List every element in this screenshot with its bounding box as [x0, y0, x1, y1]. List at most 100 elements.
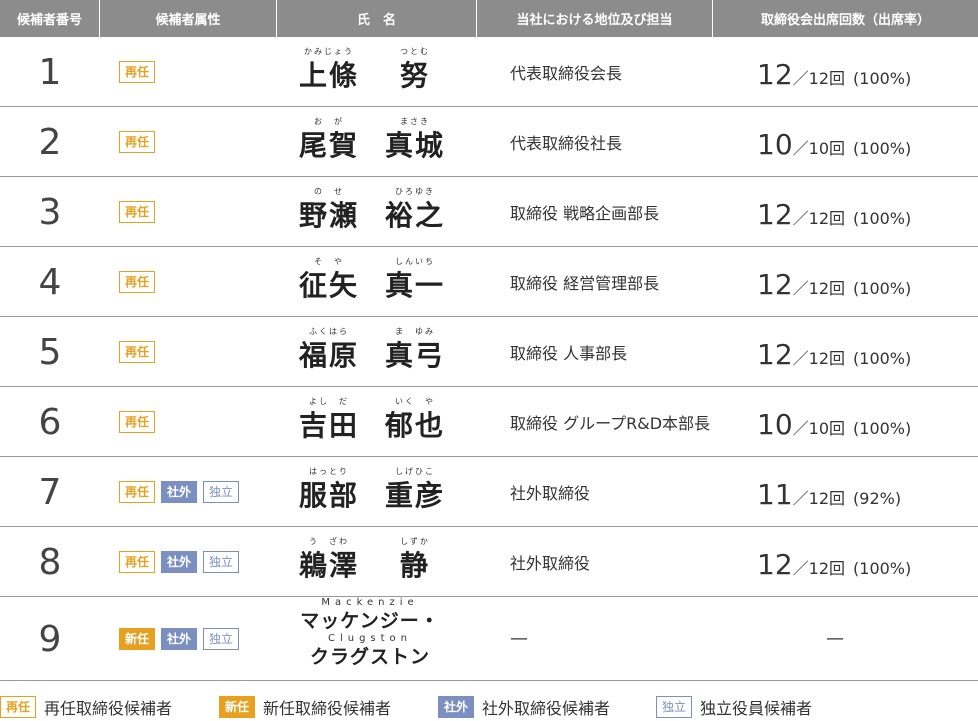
attendance: 12 ／12回 (100%) [757, 177, 911, 247]
attendance-rate: (100%) [853, 139, 912, 158]
given-ruby: しずか [400, 537, 430, 546]
given-name: しげひこ 重彦 [384, 465, 446, 513]
position: 代表取締役社長 [510, 134, 623, 153]
table-header: 候補者番号 候補者属性 氏 名 当社における地位及び担当 取締役会出席回数（出席… [0, 0, 978, 37]
candidate-number: 7 [38, 471, 62, 513]
outside-badge: 社外 [161, 628, 198, 650]
attendance: 12 ／12回 (100%) [757, 527, 911, 597]
position: 取締役 人事部長 [510, 344, 628, 363]
given-text: 真一 [384, 269, 445, 302]
attended-count: 12 [757, 548, 793, 581]
reappoint-badge: 再任 [119, 131, 156, 153]
reappoint-badge: 再任 [119, 551, 156, 573]
attendance-rate: (92%) [853, 489, 902, 508]
surname: の せ 野瀬 [298, 185, 360, 233]
position: 社外取締役 [510, 484, 591, 503]
total-meetings: ／12回 [792, 209, 846, 228]
total-meetings: ／12回 [792, 279, 846, 298]
surname-text: 野瀬 [298, 199, 359, 232]
name-ruby-last: Clugston [327, 633, 413, 644]
header-attributes: 候補者属性 [100, 0, 277, 37]
given-name: しずか 静 [384, 535, 446, 583]
surname-ruby: そ や [314, 257, 344, 266]
table-row: 1 再任 かみじょう 上條 つとむ 努 代表取締役会長 12 ／12回 (100… [0, 37, 978, 107]
table-row: 9 新任 社外 独立 Mackenzie マッケンジー・ Clugston クラ… [0, 597, 978, 681]
surname-text: 福原 [298, 339, 359, 372]
header-position: 当社における地位及び担当 [477, 0, 713, 37]
attribute-badges: 再任 [119, 317, 156, 387]
reappoint-badge: 再任 [119, 481, 156, 503]
attribute-badges: 再任 社外 独立 [119, 457, 240, 527]
attended-count: 12 [757, 58, 793, 91]
attribute-badges: 再任 [119, 247, 156, 317]
name-line-last: クラグストン [309, 646, 430, 668]
legend-reappoint: 再任 再任取締役候補者 [0, 695, 172, 719]
surname-text: 鵜澤 [298, 549, 359, 582]
table-row: 4 再任 そ や 征矢 しんいち 真一 取締役 経営管理部長 12 ／12回 (… [0, 247, 978, 317]
reappoint-badge: 再任 [0, 696, 37, 718]
legend-label: 社外取締役候補者 [482, 699, 611, 718]
table-row: 5 再任 ふくはら 福原 ま ゆみ 真弓 取締役 人事部長 12 ／12回 (1… [0, 317, 978, 387]
surname: ふくはら 福原 [298, 325, 360, 373]
reappoint-badge: 再任 [119, 271, 156, 293]
reappoint-badge: 再任 [119, 411, 156, 433]
reappoint-badge: 再任 [119, 201, 156, 223]
candidate-number: 2 [38, 121, 62, 163]
candidate-number: 1 [38, 51, 62, 93]
given-name: しんいち 真一 [384, 255, 446, 303]
legend-label: 再任取締役候補者 [44, 699, 173, 718]
header-attendance: 取締役会出席回数（出席率） [760, 13, 930, 28]
new-badge: 新任 [219, 696, 256, 718]
surname-text: 上條 [298, 59, 359, 92]
attendance-rate: (100%) [853, 349, 912, 368]
attended-count: 11 [757, 478, 793, 511]
new-badge: 新任 [119, 628, 156, 650]
surname-ruby: の せ [314, 187, 344, 196]
name-line-first: マッケンジー・ [300, 610, 440, 632]
given-text: 真城 [384, 129, 445, 162]
given-text: 裕之 [384, 199, 445, 232]
surname-ruby: よし だ [309, 397, 349, 406]
given-ruby: しげひこ [395, 467, 435, 476]
attendance-rate: (100%) [853, 419, 912, 438]
surname: はっとり 服部 [298, 465, 360, 513]
surname-ruby: かみじょう [304, 47, 354, 56]
attendance: 11 ／12回 (92%) [757, 457, 901, 527]
outside-badge: 社外 [161, 481, 198, 503]
attribute-badges: 再任 [119, 387, 156, 457]
position: 取締役 戦略企画部長 [510, 204, 660, 223]
legend-label: 独立役員候補者 [700, 699, 813, 718]
foreign-name: Mackenzie マッケンジー・ Clugston クラグストン [290, 597, 450, 679]
surname-ruby: ふくはら [309, 327, 349, 336]
table-row: 3 再任 の せ 野瀬 ひろゆき 裕之 取締役 戦略企画部長 12 ／12回 (… [0, 177, 978, 247]
attended-count: 12 [757, 198, 793, 231]
table-row: 2 再任 お が 尾賀 まさき 真城 代表取締役社長 10 ／10回 (100%… [0, 107, 978, 177]
legend-new: 新任 新任取締役候補者 [219, 695, 391, 719]
attendance: 12 ／12回 (100%) [757, 37, 911, 107]
surname-text: 服部 [298, 479, 359, 512]
attendance: 12 ／12回 (100%) [757, 247, 911, 317]
attendance: 12 ／12回 (100%) [757, 317, 911, 387]
independent-badge: 独立 [203, 551, 240, 573]
given-ruby: ひろゆき [395, 187, 435, 196]
given-ruby: まさき [400, 117, 430, 126]
position: 代表取締役会長 [510, 64, 623, 83]
attended-count: 10 [757, 128, 793, 161]
position: 社外取締役 [510, 554, 591, 573]
given-name: いく や 郁也 [384, 395, 446, 443]
independent-badge: 独立 [656, 696, 693, 718]
surname-text: 吉田 [298, 409, 359, 442]
surname-ruby: はっとり [309, 467, 349, 476]
given-ruby: ま ゆみ [395, 327, 435, 336]
attribute-badges: 新任 社外 独立 [119, 597, 240, 681]
reappoint-badge: 再任 [119, 61, 156, 83]
total-meetings: ／10回 [792, 419, 846, 438]
given-name: ま ゆみ 真弓 [384, 325, 446, 373]
table-row: 8 再任 社外 独立 う ざわ 鵜澤 しずか 静 社外取締役 12 ／12回 (… [0, 527, 978, 597]
surname: かみじょう 上條 [298, 45, 360, 93]
attended-count: 10 [757, 408, 793, 441]
candidate-number: 8 [38, 541, 62, 583]
candidate-number: 5 [38, 331, 62, 373]
position: 取締役 グループR&D本部長 [510, 414, 711, 433]
position: 取締役 経営管理部長 [510, 274, 660, 293]
